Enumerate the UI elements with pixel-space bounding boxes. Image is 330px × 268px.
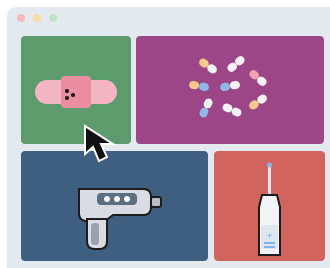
svg-text:+: + (267, 231, 273, 242)
syringe-tile[interactable]: + (214, 151, 325, 261)
title-bar (7, 7, 330, 29)
syringe-icon: + (214, 151, 325, 261)
pills-tile[interactable] (136, 36, 324, 144)
minimize-dot[interactable] (33, 14, 41, 22)
close-dot[interactable] (17, 14, 25, 22)
maximize-dot[interactable] (49, 14, 57, 22)
pills-icon (136, 36, 324, 144)
arrow-cursor-icon (83, 124, 123, 168)
